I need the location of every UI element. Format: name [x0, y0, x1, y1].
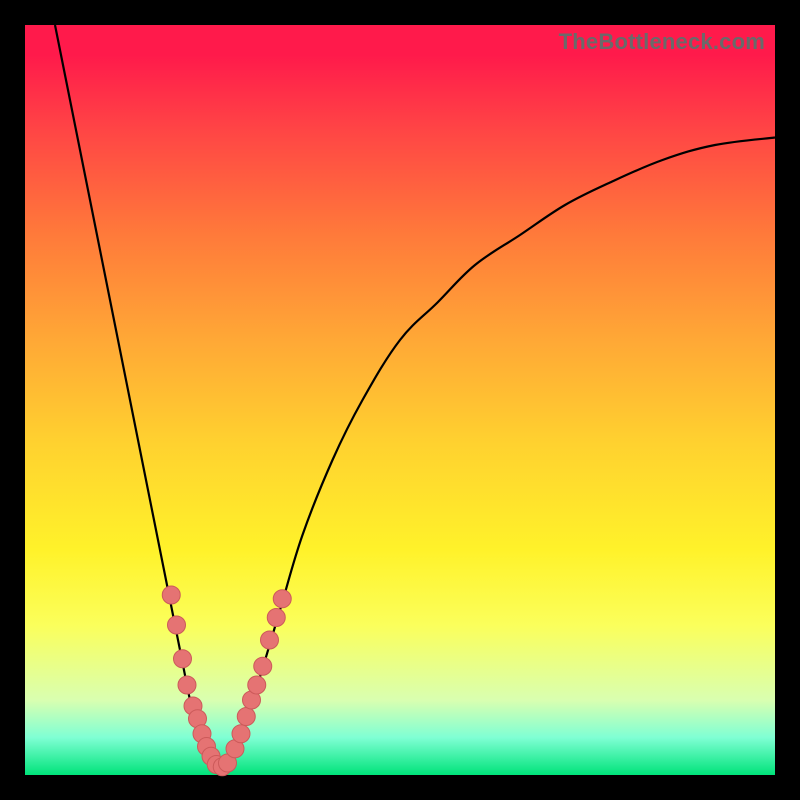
- plot-svg: [25, 25, 775, 775]
- chart-area: TheBottleneck.com: [25, 25, 775, 775]
- data-point-marker: [168, 616, 186, 634]
- data-point-marker: [174, 650, 192, 668]
- data-point-marker: [254, 657, 272, 675]
- data-point-marker: [248, 676, 266, 694]
- marker-group: [162, 586, 291, 776]
- data-point-marker: [267, 609, 285, 627]
- watermark-text: TheBottleneck.com: [559, 29, 765, 55]
- data-point-marker: [162, 586, 180, 604]
- data-point-marker: [237, 708, 255, 726]
- curve-right-branch: [218, 138, 775, 768]
- curve-left-branch: [55, 25, 218, 768]
- data-point-marker: [178, 676, 196, 694]
- data-point-marker: [261, 631, 279, 649]
- data-point-marker: [273, 590, 291, 608]
- data-point-marker: [232, 725, 250, 743]
